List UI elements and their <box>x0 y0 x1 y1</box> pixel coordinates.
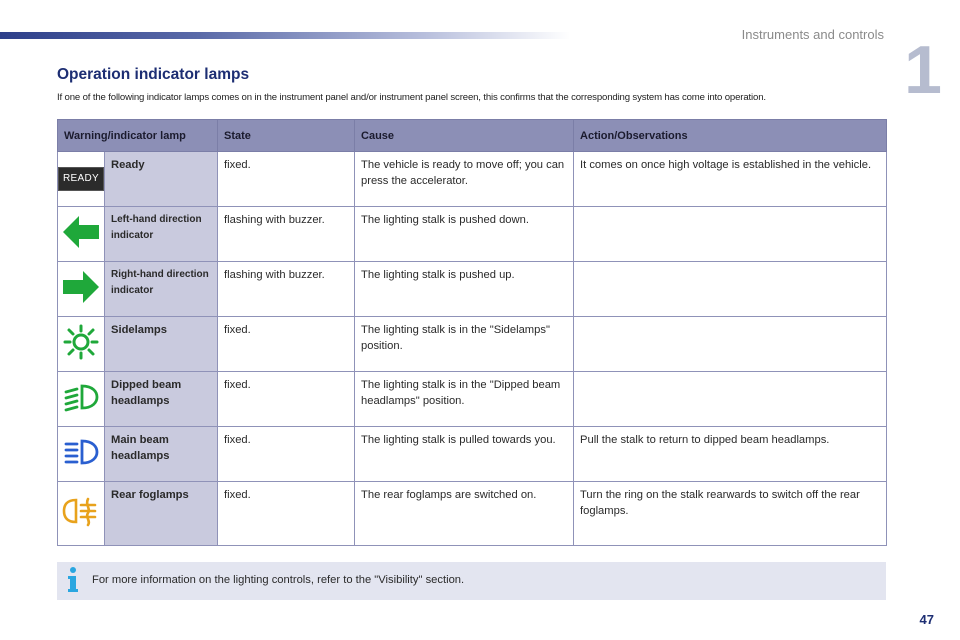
icon-cell <box>57 261 105 317</box>
page-number: 47 <box>919 612 934 627</box>
icon-cell <box>57 206 105 262</box>
icon-cell <box>57 371 105 427</box>
info-note-text: For more information on the lighting con… <box>92 574 465 586</box>
table-header-row: Warning/indicator lamp State Cause Actio… <box>56 119 888 152</box>
ready-badge-icon: READY <box>58 167 104 191</box>
lamp-name: Sidelamps <box>103 316 219 372</box>
table-row: Left-hand direction indicator flashing w… <box>57 206 888 262</box>
lamp-state: flashing with buzzer. <box>217 261 356 317</box>
info-note: For more information on the lighting con… <box>57 562 886 600</box>
table-row: Right-hand direction indicator flashing … <box>57 261 888 317</box>
icon-cell <box>57 426 105 482</box>
lamp-cause: The lighting stalk is pulled towards you… <box>354 426 575 482</box>
indicator-table: Warning/indicator lamp State Cause Actio… <box>56 119 888 546</box>
header-state: State <box>217 119 356 152</box>
table-row: READY Ready fixed. The vehicle is ready … <box>57 151 888 207</box>
icon-cell <box>57 481 105 546</box>
header-gradient-bar <box>0 32 570 39</box>
lamp-cause: The lighting stalk is pushed down. <box>354 206 575 262</box>
rear-foglamp-icon <box>62 497 97 527</box>
lamp-cause: The lighting stalk is pushed up. <box>354 261 575 317</box>
lamp-state: fixed. <box>217 371 356 427</box>
lamp-name: Rear foglamps <box>103 481 219 546</box>
lamp-action <box>573 316 888 372</box>
lamp-action: It comes on once high voltage is establi… <box>573 151 888 207</box>
sidelamps-icon <box>63 324 99 359</box>
lamp-name: Left-hand direction indicator <box>103 206 219 262</box>
left-arrow-icon <box>63 215 99 248</box>
intro-text: If one of the following indicator lamps … <box>57 92 766 103</box>
main-beam-icon <box>64 439 99 464</box>
table-row: Dipped beam headlamps fixed. The lightin… <box>57 371 888 427</box>
header-action: Action/Observations <box>573 119 888 152</box>
lamp-state: fixed. <box>217 316 356 372</box>
lamp-name: Ready <box>103 151 219 207</box>
lamp-action <box>573 206 888 262</box>
lamp-action: Pull the stalk to return to dipped beam … <box>573 426 888 482</box>
dipped-beam-icon <box>64 384 99 411</box>
lamp-name: Dipped beam headlamps <box>103 371 219 427</box>
lamp-state: fixed. <box>217 426 356 482</box>
right-arrow-icon <box>63 270 99 303</box>
lamp-cause: The rear foglamps are switched on. <box>354 481 575 546</box>
lamp-cause: The lighting stalk is in the "Sidelamps"… <box>354 316 575 372</box>
lamp-cause: The lighting stalk is in the "Dipped bea… <box>354 371 575 427</box>
chapter-number: 1 <box>904 32 942 108</box>
lamp-state: fixed. <box>217 481 356 546</box>
icon-cell: READY <box>57 151 105 207</box>
lamp-cause: The vehicle is ready to move off; you ca… <box>354 151 575 207</box>
lamp-state: flashing with buzzer. <box>217 206 356 262</box>
info-icon <box>68 567 78 592</box>
lamp-action <box>573 371 888 427</box>
lamp-name: Right-hand direction indicator <box>103 261 219 317</box>
table-row: Main beam headlamps fixed. The lighting … <box>57 426 888 482</box>
header-lamp: Warning/indicator lamp <box>56 119 219 152</box>
icon-cell <box>57 316 105 372</box>
table-row: Sidelamps fixed. The lighting stalk is i… <box>57 316 888 372</box>
lamp-name: Main beam headlamps <box>103 426 219 482</box>
table-row: Rear foglamps fixed. The rear foglamps a… <box>57 481 888 546</box>
section-label: Instruments and controls <box>741 27 884 42</box>
lamp-state: fixed. <box>217 151 356 207</box>
header-cause: Cause <box>354 119 575 152</box>
lamp-action <box>573 261 888 317</box>
page-title: Operation indicator lamps <box>57 66 250 83</box>
lamp-action: Turn the ring on the stalk rearwards to … <box>573 481 888 546</box>
